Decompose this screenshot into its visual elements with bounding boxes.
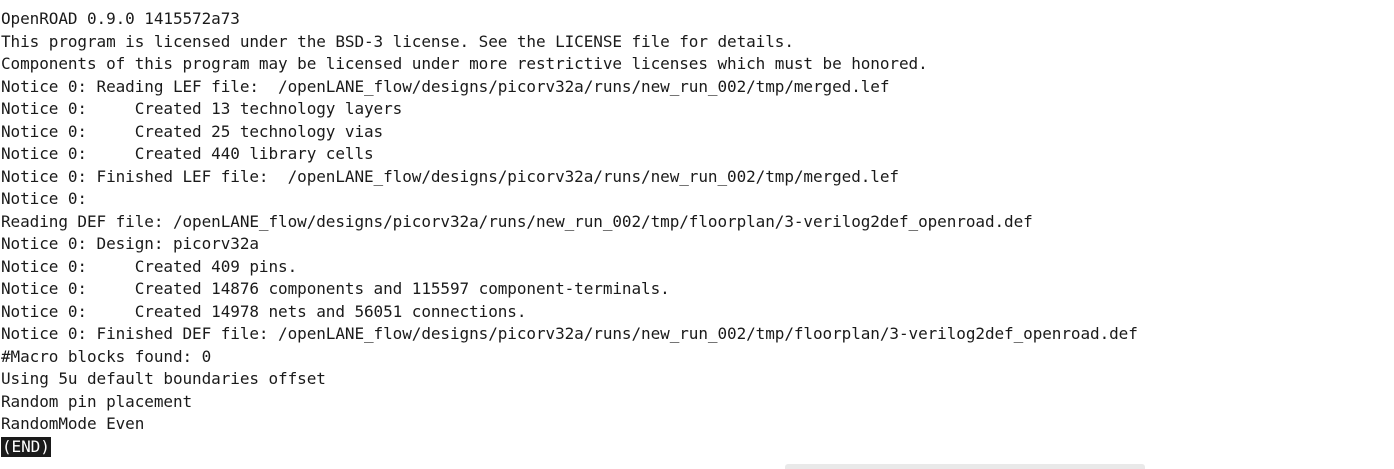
output-line: Using 5u default boundaries offset	[1, 369, 326, 388]
output-line: Notice 0: Finished LEF file: /openLANE_f…	[1, 166, 899, 186]
output-line: Notice 0: Design: picorv32a	[1, 234, 259, 253]
output-line: RandomMode Even	[1, 414, 145, 433]
output-line: Notice 0: Created 25 technology vias	[1, 121, 384, 141]
pager-prompt-line[interactable]: (END)	[0, 436, 1394, 459]
output-line: OpenROAD 0.9.0 1415572a73	[1, 9, 240, 28]
output-line: Notice 0: Reading LEF file: /openLANE_fl…	[1, 76, 890, 96]
output-line: #Macro blocks found: 0	[1, 346, 212, 366]
terminal-output[interactable]: OpenROAD 0.9.0 1415572a73 This program i…	[0, 8, 1394, 458]
output-line: Notice 0: Finished DEF file: /openLANE_f…	[1, 324, 1138, 343]
output-line: Notice 0:	[1, 189, 87, 208]
output-line: This program is licensed under the BSD-3…	[1, 31, 794, 51]
output-line: Notice 0: Created 440 library cells	[1, 144, 374, 163]
output-line: Notice 0: Created 14978 nets and 56051 c…	[1, 301, 527, 321]
output-line: Notice 0: Created 14876 components and 1…	[1, 279, 670, 298]
output-line: Random pin placement	[1, 391, 193, 411]
output-line: Notice 0: Created 13 technology layers	[1, 99, 403, 118]
output-line: Notice 0: Created 409 pins.	[1, 256, 298, 276]
output-line: Reading DEF file: /openLANE_flow/designs…	[1, 211, 1033, 231]
window-edge-shadow	[785, 464, 1145, 469]
output-line: Components of this program may be licens…	[1, 54, 928, 73]
pager-end-marker[interactable]: (END)	[1, 436, 51, 457]
